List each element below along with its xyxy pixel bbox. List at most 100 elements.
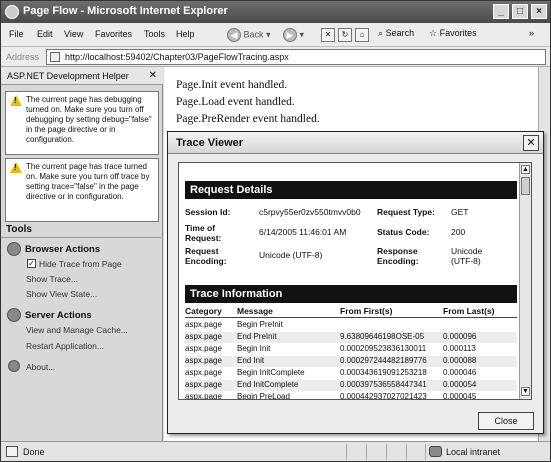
row-message: End InitComplete	[237, 380, 299, 389]
view-cache-link[interactable]: View and Manage Cache...	[26, 325, 128, 335]
tools-heading: Tools	[6, 224, 32, 235]
hide-trace-checkbox[interactable]: ✓	[27, 259, 36, 268]
menu-help[interactable]: Help	[176, 29, 195, 39]
row-category: aspx.page	[185, 368, 222, 377]
menu-view[interactable]: View	[64, 29, 83, 39]
row-from-last: 0.000054	[443, 380, 477, 389]
menu-favorites[interactable]: Favorites	[95, 29, 132, 39]
hide-trace-label[interactable]: Hide Trace from Page	[39, 259, 122, 269]
trace-viewer-titlebar[interactable]: Trace Viewer ✕	[168, 132, 543, 154]
row-from-first: 0.000442937027021423	[340, 392, 427, 400]
home-icon[interactable]: ⌂	[355, 28, 369, 42]
about-link[interactable]: About...	[26, 362, 55, 372]
stop-icon[interactable]: ✕	[321, 28, 335, 42]
row-category: aspx.page	[185, 332, 222, 341]
refresh-icon[interactable]: ↻	[338, 28, 352, 42]
forward-button[interactable]: ▶ ▾	[283, 28, 304, 44]
trace-table-header: Category Message From First(s) From Last…	[185, 305, 517, 318]
row-from-last: 0.000088	[443, 356, 477, 365]
intranet-zone-icon	[429, 446, 442, 457]
toolbar-overflow-chevron-icon[interactable]: »	[529, 28, 534, 44]
favorites-button[interactable]: ☆ Favorites	[429, 28, 477, 44]
ie-app-icon	[5, 5, 19, 19]
server-actions-icon	[7, 308, 21, 322]
about-icon	[8, 360, 20, 372]
row-message: Begin PreInit	[237, 320, 283, 329]
show-view-state-link[interactable]: Show View State...	[26, 289, 97, 299]
scroll-up-icon[interactable]: ▲	[521, 165, 530, 174]
menu-file[interactable]: File	[9, 29, 24, 39]
trace-warning-notice: ! The current page has trace turned on. …	[5, 158, 159, 222]
request-type-label: Request Type:	[377, 207, 435, 217]
status-code-label: Status Code:	[377, 227, 430, 237]
table-row: aspx.page End PreInit 9.63809646198OSE-0…	[185, 332, 517, 343]
content-line: Page.PreRender event handled.	[176, 113, 320, 125]
status-text: Done	[23, 447, 45, 457]
row-from-last: 0.000045	[443, 392, 477, 400]
scroll-down-icon[interactable]: ▼	[521, 387, 530, 396]
server-actions-heading: Server Actions	[25, 310, 92, 321]
row-from-first: 9.63809646198OSE-05	[340, 332, 425, 341]
time-of-request-value: 6/14/2005 11:46:01 AM	[259, 227, 347, 237]
search-button[interactable]: ⌕ Search	[378, 28, 414, 44]
trace-viewer-dialog: Trace Viewer ✕ Request Details Session I…	[167, 131, 544, 434]
row-from-last: 0.000096	[443, 332, 477, 341]
maximize-button[interactable]: □	[512, 4, 528, 19]
window-close-button[interactable]: ×	[531, 4, 547, 19]
row-from-first: 0.000209523836130011	[340, 344, 427, 353]
star-icon: ☆	[429, 28, 438, 38]
minimize-button[interactable]: _	[493, 4, 509, 19]
sidebar-close-icon[interactable]: ✕	[149, 70, 157, 81]
row-message: Begin Init	[237, 344, 271, 353]
response-encoding-label: Response Encoding:	[377, 246, 419, 266]
column-header-category: Category	[185, 306, 222, 316]
status-code-value: 200	[451, 227, 466, 237]
tools-divider	[1, 237, 161, 238]
table-row: aspx.page Begin Init 0.00020952383613001…	[185, 344, 517, 355]
menu-edit[interactable]: Edit	[37, 29, 53, 39]
browser-actions-icon	[7, 242, 21, 256]
row-from-first: 0.000343619091253218	[340, 368, 427, 377]
address-url: http://localhost:59402/Chapter03/PageFlo…	[65, 52, 289, 62]
security-zone-label: Local intranet	[446, 447, 501, 457]
trace-viewer-content: Request Details Session Id: c5rpvy55er0z…	[178, 162, 532, 400]
session-id-value: c5rpvy55er0zv550tmvv0b0	[259, 207, 361, 217]
sidebar-header: ASP.NET Development Helper ✕	[1, 67, 163, 85]
address-input[interactable]: http://localhost:59402/Chapter03/PageFlo…	[46, 49, 546, 65]
search-icon: ⌕	[378, 28, 384, 38]
trace-viewer-close-icon[interactable]: ✕	[523, 135, 539, 151]
window-title: Page Flow - Microsoft Internet Explorer	[23, 5, 228, 17]
table-row: aspx.page End Init 0.000297244482189776 …	[185, 356, 517, 367]
table-row: aspx.page Begin InitComplete 0.000343619…	[185, 368, 517, 379]
row-message: Begin InitComplete	[237, 368, 305, 377]
search-label: Search	[385, 28, 415, 38]
window-titlebar[interactable]: Page Flow - Microsoft Internet Explorer …	[1, 1, 550, 23]
forward-arrow-icon: ▶	[283, 28, 297, 42]
column-header-from-first: From First(s)	[340, 306, 393, 316]
trace-scrollbar[interactable]: ▲ ▼	[519, 163, 531, 399]
debug-warning-notice: ! The current page has debugging turned …	[5, 91, 159, 155]
table-row: aspx.page End InitComplete 0.00039753655…	[185, 380, 517, 391]
content-line: Page.Init event handled.	[176, 79, 288, 91]
column-header-message: Message	[237, 306, 273, 316]
row-category: aspx.page	[185, 320, 222, 329]
trace-viewer-title: Trace Viewer	[176, 137, 244, 149]
page-done-icon	[6, 446, 18, 457]
close-button[interactable]: Close	[478, 412, 534, 430]
request-encoding-value: Unicode (UTF-8)	[259, 250, 323, 260]
browser-actions-heading: Browser Actions	[25, 244, 101, 255]
back-button[interactable]: ◀ Back ▾	[227, 28, 271, 44]
row-from-first: 0.000397536558447341	[340, 380, 427, 389]
back-label: Back	[243, 29, 264, 40]
scroll-thumb[interactable]	[521, 177, 530, 195]
menu-tools[interactable]: Tools	[144, 29, 165, 39]
status-bar: Done Local intranet	[1, 441, 550, 461]
column-header-from-last: From Last(s)	[443, 306, 495, 316]
row-message: End Init	[237, 356, 265, 365]
show-trace-link[interactable]: Show Trace...	[26, 274, 78, 284]
restart-application-link[interactable]: Restart Application...	[26, 341, 104, 351]
request-details-heading: Request Details	[185, 181, 517, 199]
content-line: Page.Load event handled.	[176, 96, 295, 108]
row-category: aspx.page	[185, 380, 222, 389]
row-from-first: 0.000297244482189776	[340, 356, 427, 365]
